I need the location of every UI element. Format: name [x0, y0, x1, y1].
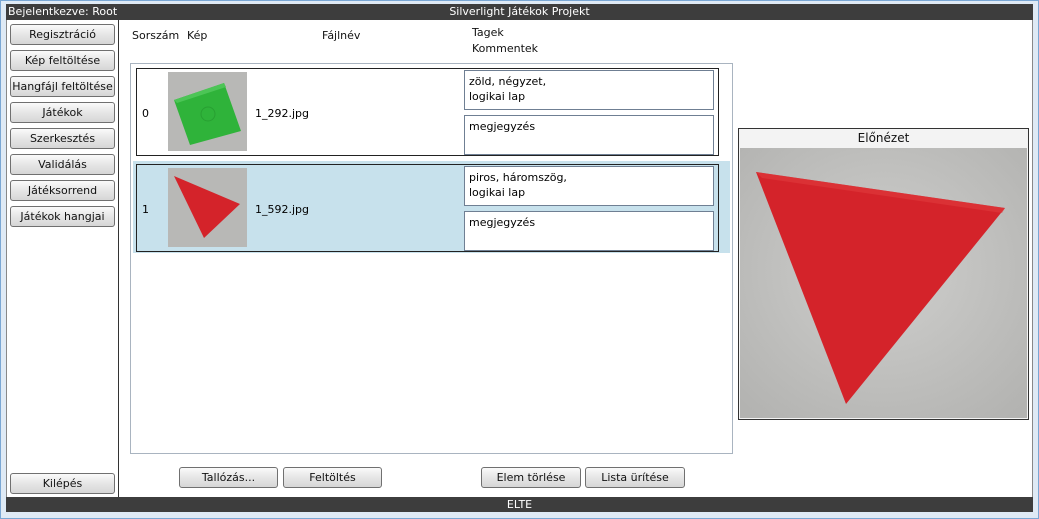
image-list[interactable]: 0 1_292.jpg zöld, négyzet, logikai lap m…	[130, 63, 733, 454]
preview-panel: Előnézet	[738, 128, 1029, 420]
preview-image-red-triangle	[740, 148, 1027, 418]
comment-field[interactable]: megjegyzés	[464, 211, 714, 251]
list-item-card: 1 1_592.jpg piros, háromszög, logikai la…	[136, 164, 719, 252]
sidebar-item-games[interactable]: Játékok	[10, 102, 115, 123]
app-title: Silverlight Játékok Projekt	[449, 5, 590, 18]
list-item-selected[interactable]: 1 1_592.jpg piros, háromszög, logikai la…	[133, 161, 730, 253]
comment-field[interactable]: megjegyzés	[464, 115, 714, 155]
thumbnail-green-square	[168, 72, 247, 151]
list-item-card: 0 1_292.jpg zöld, négyzet, logikai lap m…	[136, 68, 719, 156]
sidebar-item-game-order[interactable]: Játéksorrend	[10, 180, 115, 201]
app-window: Bejelentkezve: Root Silverlight Játékok …	[0, 0, 1039, 519]
sidebar-item-sound-upload[interactable]: Hangfájl feltöltése	[10, 76, 115, 97]
browse-button[interactable]: Tallózás...	[179, 467, 278, 488]
upload-button[interactable]: Feltöltés	[283, 467, 382, 488]
sidebar-item-validate[interactable]: Validálás	[10, 154, 115, 175]
footer-text: ELTE	[506, 498, 533, 511]
header-filename: Fájlnév	[322, 29, 361, 42]
title-bar: Bejelentkezve: Root Silverlight Játékok …	[6, 4, 1033, 20]
item-filename: 1_292.jpg	[255, 107, 310, 120]
logout-button[interactable]: Kilépés	[10, 473, 115, 494]
header-tags: Tagek	[472, 26, 504, 39]
header-index: Sorszám	[132, 29, 180, 42]
list-item[interactable]: 0 1_292.jpg zöld, négyzet, logikai lap m…	[133, 65, 730, 157]
item-filename: 1_592.jpg	[255, 203, 310, 216]
clear-list-button[interactable]: Lista ürítése	[585, 467, 685, 488]
sidebar-item-game-sounds[interactable]: Játékok hangjai	[10, 206, 115, 227]
sidebar-item-image-upload[interactable]: Kép feltöltése	[10, 50, 115, 71]
header-comments: Kommentek	[472, 42, 539, 55]
sidebar-item-edit[interactable]: Szerkesztés	[10, 128, 115, 149]
thumbnail-red-triangle	[168, 168, 247, 247]
sidebar: Regisztráció Kép feltöltése Hangfájl fel…	[7, 20, 119, 497]
sidebar-item-registration[interactable]: Regisztráció	[10, 24, 115, 45]
item-index: 1	[142, 203, 149, 216]
main-content: Regisztráció Kép feltöltése Hangfájl fel…	[6, 20, 1033, 497]
tags-field[interactable]: piros, háromszög, logikai lap	[464, 166, 714, 206]
preview-title: Előnézet	[857, 131, 910, 145]
item-index: 0	[142, 107, 149, 120]
delete-item-button[interactable]: Elem törlése	[481, 467, 581, 488]
header-image: Kép	[187, 29, 208, 42]
footer-bar: ELTE	[6, 497, 1033, 512]
tags-field[interactable]: zöld, négyzet, logikai lap	[464, 70, 714, 110]
